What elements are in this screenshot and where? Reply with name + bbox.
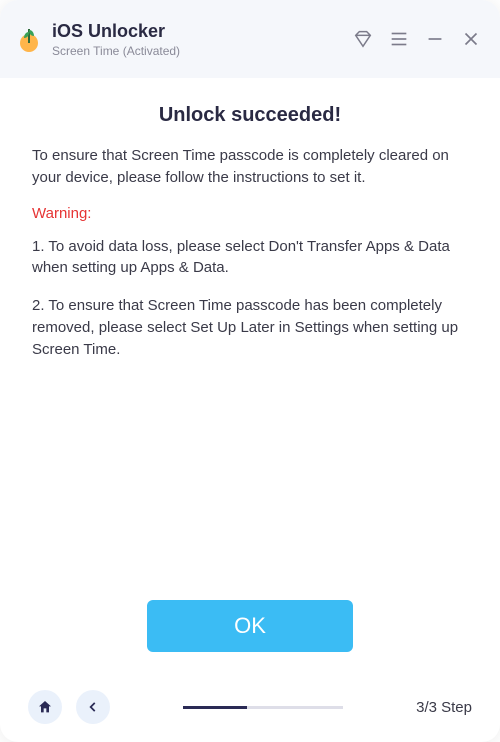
brand-block: iOS Unlocker Screen Time (Activated): [16, 21, 180, 58]
title-block: iOS Unlocker Screen Time (Activated): [52, 21, 180, 58]
title-bar: iOS Unlocker Screen Time (Activated): [0, 0, 500, 78]
footer-bar: 3/3 Step: [0, 672, 500, 742]
instruction-2: 2. To ensure that Screen Time passcode h…: [32, 295, 468, 360]
progress-track: [183, 706, 343, 709]
home-button[interactable]: [28, 690, 62, 724]
menu-icon[interactable]: [388, 28, 410, 50]
close-icon[interactable]: [460, 28, 482, 50]
action-area: OK: [0, 600, 500, 672]
page-title: Unlock succeeded!: [32, 104, 468, 127]
diamond-icon[interactable]: [352, 28, 374, 50]
progress-bar: [124, 706, 402, 709]
instruction-1: 1. To avoid data loss, please select Don…: [32, 236, 468, 280]
app-title: iOS Unlocker: [52, 21, 180, 42]
main-content: Unlock succeeded! To ensure that Screen …: [0, 78, 500, 600]
window-controls: [352, 28, 482, 50]
back-button[interactable]: [76, 690, 110, 724]
minimize-icon[interactable]: [424, 28, 446, 50]
warning-label: Warning:: [32, 205, 468, 222]
app-subtitle: Screen Time (Activated): [52, 44, 180, 58]
app-window: iOS Unlocker Screen Time (Activated): [0, 0, 500, 742]
progress-fill: [183, 706, 247, 709]
app-logo-icon: [16, 26, 42, 52]
intro-text: To ensure that Screen Time passcode is c…: [32, 145, 468, 189]
ok-button[interactable]: OK: [147, 600, 353, 652]
step-indicator: 3/3 Step: [416, 699, 472, 716]
